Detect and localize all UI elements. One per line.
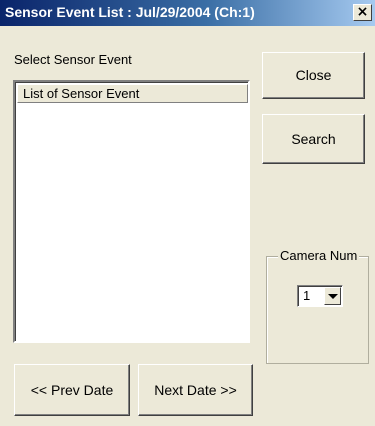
window-close-icon[interactable]: × [353,4,372,21]
search-button[interactable]: Search [262,114,365,164]
sensor-event-list-dialog: Sensor Event List : Jul/29/2004 (Ch:1) ×… [0,0,375,426]
sensor-event-listbox[interactable]: List of Sensor Event [13,80,250,343]
camera-num-group [266,256,369,364]
next-date-button[interactable]: Next Date >> [138,364,253,416]
camera-num-label: Camera Num [278,248,360,263]
chevron-down-icon[interactable] [324,287,341,305]
close-button[interactable]: Close [262,52,365,99]
camera-num-value: 1 [303,288,311,303]
camera-num-select[interactable]: 1 [297,285,343,307]
title-bar[interactable]: Sensor Event List : Jul/29/2004 (Ch:1) × [0,0,375,26]
list-column-header[interactable]: List of Sensor Event [17,84,248,103]
select-sensor-event-label: Select Sensor Event [14,52,132,67]
window-title: Sensor Event List : Jul/29/2004 (Ch:1) [5,4,255,20]
prev-date-button[interactable]: << Prev Date [14,364,130,416]
